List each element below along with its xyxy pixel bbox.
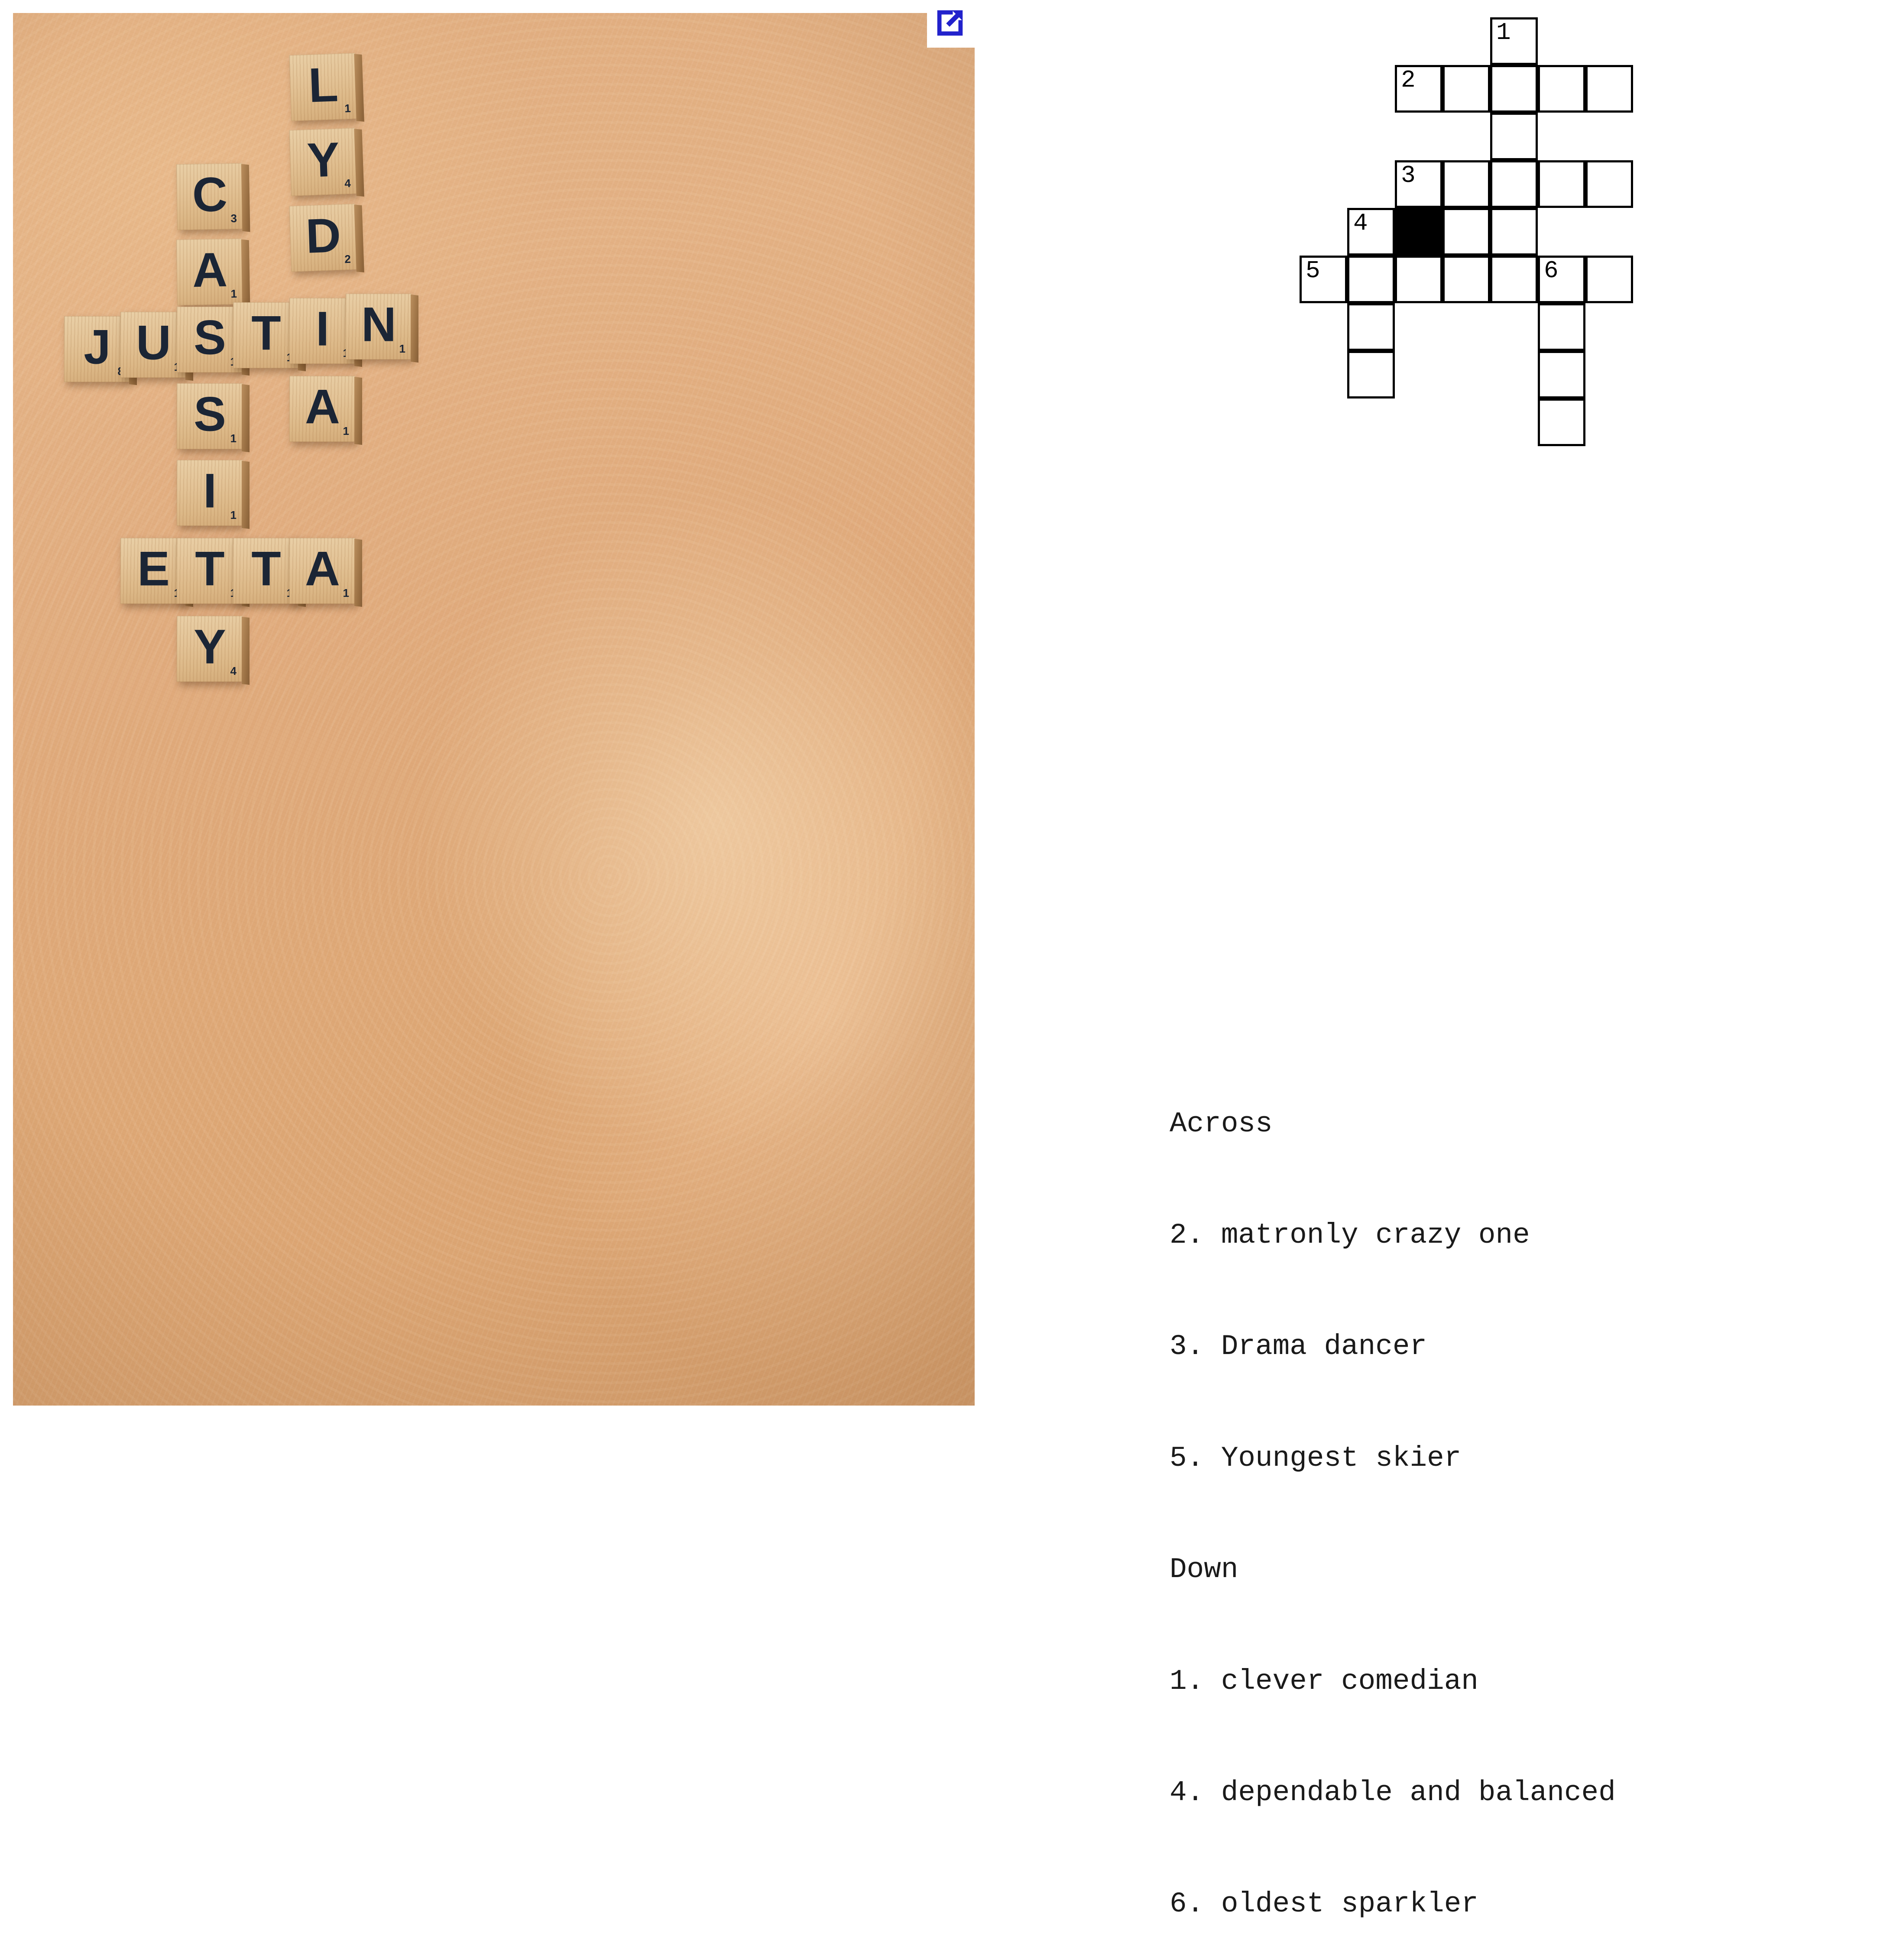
tile-side-edge: [242, 460, 250, 529]
tile-point-value: 1: [230, 432, 237, 445]
scrabble-tile-a-12: A1: [289, 376, 362, 445]
crossword-cell[interactable]: 5: [1300, 256, 1347, 303]
down-clue-6[interactable]: 6. oldest sparkler: [1170, 1885, 1845, 1923]
scrabble-tile-s-11: S1: [177, 383, 250, 453]
wall-texture: [13, 13, 975, 1406]
crossword-cell[interactable]: [1442, 256, 1490, 303]
crossword-cell[interactable]: [1490, 256, 1538, 303]
down-heading: Down: [1170, 1553, 1238, 1586]
crossword-cell[interactable]: [1347, 351, 1395, 398]
crossword-block-cell: [1395, 208, 1442, 256]
tile-side-edge: [354, 376, 362, 445]
crossword-cell[interactable]: [1585, 160, 1633, 208]
crossword-cell[interactable]: 4: [1347, 208, 1395, 256]
scrabble-tiles-photo: L1Y4C3D2A1J8U1S1T1I1N1S1A1I1E1T1T1A1Y4: [13, 13, 975, 1406]
crossword-cell[interactable]: [1585, 65, 1633, 113]
tile-side-edge: [354, 538, 362, 607]
tile-side-edge: [242, 384, 250, 453]
crossword-cell[interactable]: [1538, 65, 1585, 113]
crossword-cell[interactable]: 1: [1490, 17, 1538, 65]
crossword-cell-number: 6: [1544, 257, 1559, 285]
crossword-cell[interactable]: [1490, 160, 1538, 208]
crossword-grid[interactable]: 1 2 3 4 5 6: [1204, 17, 1871, 905]
tile-point-value: 1: [230, 287, 237, 301]
scrabble-tile-i-13: I1: [177, 460, 250, 529]
external-link-icon: [927, 0, 967, 40]
crossword-cell-number: 3: [1401, 162, 1416, 189]
wall-light-sheen: [417, 486, 975, 1155]
crossword-cell[interactable]: 2: [1395, 65, 1442, 113]
down-clue-1[interactable]: 1. clever comedian: [1170, 1663, 1845, 1700]
crossword-cell[interactable]: [1490, 113, 1538, 160]
crossword-cell[interactable]: [1442, 208, 1490, 256]
crossword-cell-number: 2: [1401, 66, 1416, 94]
crossword-cell[interactable]: [1490, 65, 1538, 113]
crossword-cell[interactable]: [1490, 208, 1538, 256]
down-clue-4[interactable]: 4. dependable and balanced: [1170, 1774, 1845, 1811]
tile-letter: A: [305, 541, 340, 596]
scrabble-tile-n-10: N1: [346, 294, 418, 363]
crossword-cell[interactable]: [1347, 256, 1395, 303]
crossword-cell[interactable]: [1538, 398, 1585, 446]
crossword-cell[interactable]: [1538, 160, 1585, 208]
crossword-cell[interactable]: 6: [1538, 256, 1585, 303]
across-heading: Across: [1170, 1107, 1273, 1140]
crossword-cell-number: 5: [1306, 257, 1320, 285]
scrabble-tile-d-3: D2: [289, 204, 364, 272]
tile-point-value: 2: [344, 252, 351, 266]
crossword-cell-number: 1: [1496, 19, 1511, 46]
photo-vignette: [13, 13, 975, 1406]
tile-point-value: 4: [344, 176, 351, 190]
tile-point-value: 1: [344, 101, 351, 115]
scrabble-tile-a-17: A1: [289, 538, 362, 607]
tile-letter: N: [361, 297, 396, 352]
tile-side-edge: [242, 616, 250, 685]
tile-point-value: 4: [230, 664, 237, 677]
scrabble-tile-y-18: Y4: [177, 616, 250, 685]
tile-point-value: 1: [343, 424, 349, 437]
crossword-cell[interactable]: [1442, 65, 1490, 113]
across-clue-5[interactable]: 5. Youngest skier: [1170, 1440, 1845, 1477]
crossword-cell[interactable]: [1538, 303, 1585, 351]
crossword-cell[interactable]: [1585, 256, 1633, 303]
crossword-cell[interactable]: 3: [1395, 160, 1442, 208]
tile-letter: S: [194, 387, 226, 441]
crossword-cell[interactable]: [1347, 303, 1395, 351]
scrabble-tile-y-1: Y4: [289, 128, 364, 197]
tile-letter: A: [305, 379, 340, 434]
tile-letter: I: [203, 463, 217, 518]
crossword-cell[interactable]: [1538, 351, 1585, 398]
external-link-button[interactable]: [927, 0, 975, 48]
tile-letter: Y: [194, 619, 226, 674]
crossword-cell-number: 4: [1353, 209, 1368, 237]
crossword-cell[interactable]: [1442, 160, 1490, 208]
scrabble-tile-a-4: A1: [176, 238, 250, 308]
tile-side-edge: [411, 294, 418, 363]
across-clue-3[interactable]: 3. Drama dancer: [1170, 1328, 1845, 1365]
crossword-cell[interactable]: [1395, 256, 1442, 303]
across-clue-2[interactable]: 2. matronly crazy one: [1170, 1217, 1845, 1254]
crossword-clues: Across 2. matronly crazy one 3. Drama da…: [1170, 1031, 1845, 1960]
scrabble-tile-l-0: L1: [289, 53, 364, 122]
tile-point-value: 3: [230, 211, 237, 225]
tile-point-value: 1: [399, 342, 405, 355]
scrabble-tile-c-2: C3: [176, 163, 250, 232]
tile-point-value: 1: [343, 586, 349, 599]
tile-point-value: 1: [230, 509, 237, 522]
